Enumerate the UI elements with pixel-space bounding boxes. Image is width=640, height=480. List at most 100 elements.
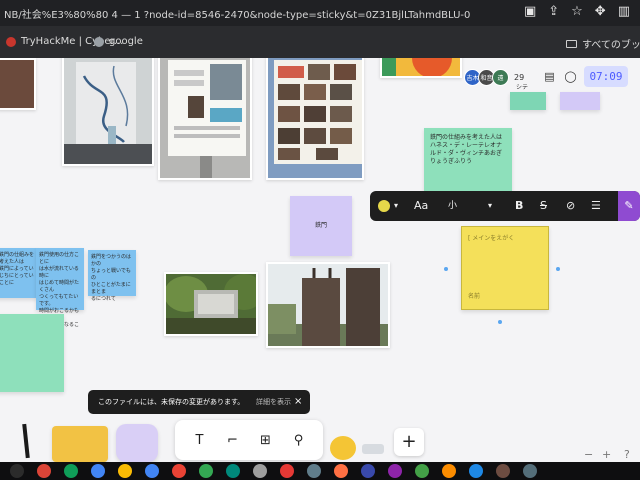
orange-drawing bbox=[382, 58, 460, 76]
shape-tool[interactable] bbox=[116, 424, 158, 462]
photo-grid-poster[interactable] bbox=[266, 58, 364, 180]
clipboard-icon[interactable]: ▣ bbox=[524, 4, 536, 20]
stamp-tool-icon[interactable]: ⚲ bbox=[289, 430, 309, 450]
sticky-format-toolbar[interactable]: ▾ Aa 小 ▾ B S ⊘ ☰ ✎ bbox=[370, 191, 640, 221]
zoom-in-button[interactable]: + bbox=[602, 448, 611, 461]
comment-icon[interactable]: ◯ bbox=[563, 69, 578, 84]
marker-tool[interactable] bbox=[22, 423, 30, 459]
selection-handle[interactable] bbox=[498, 320, 502, 324]
sticky-purple[interactable]: 鉄門 bbox=[290, 196, 352, 256]
map-drawing bbox=[64, 58, 152, 164]
extensions-icon[interactable]: ✥ bbox=[595, 4, 606, 20]
chrome-icon[interactable] bbox=[37, 464, 51, 478]
section-tool-icon[interactable]: ⌐ bbox=[223, 430, 243, 450]
music-icon[interactable] bbox=[253, 464, 267, 478]
link-icon[interactable]: ⊘ bbox=[566, 191, 575, 221]
photo-map[interactable] bbox=[62, 58, 154, 166]
app-icon[interactable] bbox=[442, 464, 456, 478]
app-icon[interactable] bbox=[523, 464, 537, 478]
calendar-icon[interactable] bbox=[145, 464, 159, 478]
app-icon[interactable] bbox=[388, 464, 402, 478]
sticky-blue-1[interactable]: 鉄門の仕組みを考えた人は 鉄門によってい じちにとってい ことに bbox=[0, 248, 38, 298]
sticky-purple-header[interactable] bbox=[560, 92, 600, 110]
text-tool-icon[interactable]: T bbox=[190, 430, 210, 450]
help-button[interactable]: ? bbox=[624, 448, 630, 461]
all-bookmarks-label: すべてのブック bbox=[582, 40, 640, 51]
list-icon[interactable]: ☰ bbox=[591, 191, 601, 221]
sticker-icon[interactable] bbox=[362, 444, 384, 454]
layout-icon[interactable]: ▤ bbox=[542, 69, 557, 84]
strikethrough-button[interactable]: S bbox=[540, 191, 547, 221]
app-icon[interactable] bbox=[361, 464, 375, 478]
chevron-down-icon[interactable]: ▾ bbox=[394, 191, 398, 221]
photo-partial-left[interactable] bbox=[0, 58, 36, 110]
globe-icon bbox=[94, 36, 104, 47]
tryhackme-icon bbox=[6, 36, 16, 47]
sticky-green-lower[interactable] bbox=[0, 314, 64, 392]
sheets-icon[interactable] bbox=[64, 464, 78, 478]
close-icon[interactable]: × bbox=[294, 390, 302, 414]
sticky-text: 鉄門の仕組みを考えた人は ハネス・デ・レーテレオナ ルド・ダ・ヴィンチあおぎ り… bbox=[430, 134, 503, 165]
photo-poster[interactable] bbox=[158, 58, 252, 180]
avatar[interactable]: 遠 bbox=[492, 69, 509, 86]
photo-lock-gate[interactable] bbox=[266, 262, 390, 348]
chevron-down-icon[interactable]: ▾ bbox=[488, 191, 492, 221]
toast-message: このファイルには、未保存の変更があります。 bbox=[98, 398, 245, 406]
browser-icons: ▣ ⇪ ☆ ✥ ▥ bbox=[524, 4, 630, 20]
gallery-icon[interactable] bbox=[334, 464, 348, 478]
meet-icon[interactable] bbox=[199, 464, 213, 478]
selection-handle[interactable] bbox=[444, 267, 448, 271]
app-icon[interactable] bbox=[496, 464, 510, 478]
sticky-stack-tool[interactable] bbox=[52, 426, 108, 462]
toast-details-link[interactable]: 詳細を表示 bbox=[256, 390, 291, 414]
pen-icon[interactable]: ✎ bbox=[618, 191, 640, 221]
docs-icon[interactable] bbox=[91, 464, 105, 478]
sticky-blue-2[interactable]: 鉄門使用の仕方ことに は水が流れている時に はじめて時間がたくさん つくってもて… bbox=[36, 248, 84, 342]
sticky-text: 鉄門の仕組みを考えた人は 鉄門によってい じちにとってい ことに bbox=[0, 252, 35, 286]
share-icon[interactable]: ⇪ bbox=[548, 4, 559, 20]
sticky-blue-3[interactable]: 鉄門をつかうのはかの ちょっと戦いでもの ひとことがたまにまとま るにつれて bbox=[88, 250, 136, 302]
mail-icon[interactable] bbox=[172, 464, 186, 478]
folder-icon bbox=[566, 39, 577, 48]
zoom-out-button[interactable]: − bbox=[584, 448, 593, 461]
sticky-green-small[interactable]: シテ bbox=[510, 84, 546, 110]
bold-button[interactable]: B bbox=[515, 191, 523, 221]
photo-monument[interactable] bbox=[164, 272, 258, 336]
font-button[interactable]: Aa bbox=[414, 191, 428, 221]
files-icon[interactable] bbox=[118, 464, 132, 478]
screen: NB/社会%E3%80%80 4 — 1 ?node-id=8546-2470&… bbox=[0, 0, 640, 480]
grid-poster-drawing bbox=[268, 58, 362, 178]
color-picker[interactable] bbox=[378, 200, 390, 212]
url-text[interactable]: NB/社会%E3%80%80 4 — 1 ?node-id=8546-2470&… bbox=[4, 6, 470, 21]
creation-dock: T ⌐ ⊞ ⚲ bbox=[175, 420, 323, 460]
app-icon[interactable] bbox=[469, 464, 483, 478]
app-icon[interactable] bbox=[415, 464, 429, 478]
all-bookmarks[interactable]: すべてのブック bbox=[566, 36, 640, 51]
os-taskbar bbox=[0, 462, 640, 480]
sticky-text: 鉄門 bbox=[314, 222, 327, 229]
avatar-count[interactable]: 29 bbox=[514, 73, 524, 82]
photo-orange-partial[interactable] bbox=[380, 58, 462, 78]
size-select[interactable]: 小 bbox=[448, 191, 457, 221]
bookmark-label: google bbox=[109, 36, 143, 47]
table-tool-icon[interactable]: ⊞ bbox=[256, 430, 276, 450]
selection-handle[interactable] bbox=[556, 267, 560, 271]
figjam-canvas[interactable]: 吉木 和音 遠 29 ▤ ◯ 07:09 シテ 鉄門の仕組みを考えた人は ハネス… bbox=[0, 58, 640, 462]
settings-icon[interactable] bbox=[307, 464, 321, 478]
sticky-green-main[interactable]: 鉄門の仕組みを考えた人は ハネス・デ・レーテレオナ ルド・ダ・ヴィンチあおぎ り… bbox=[424, 128, 512, 192]
timer[interactable]: 07:09 bbox=[584, 66, 628, 87]
launcher-icon[interactable] bbox=[10, 464, 24, 478]
play-icon[interactable] bbox=[226, 464, 240, 478]
sticky-author: 名前 bbox=[468, 293, 481, 300]
browser-address-bar[interactable]: NB/社会%E3%80%80 4 — 1 ?node-id=8546-2470&… bbox=[0, 0, 640, 26]
more-tools-button[interactable]: + bbox=[394, 428, 424, 456]
sticky-text: 鉄門をつかうのはかの ちょっと戦いでもの ひとことがたまにまとま るにつれて bbox=[91, 254, 132, 302]
emoji-icon[interactable] bbox=[330, 436, 356, 460]
star-icon[interactable]: ☆ bbox=[571, 4, 583, 20]
store-icon[interactable] bbox=[280, 464, 294, 478]
monument-drawing bbox=[166, 274, 256, 334]
sidebar-icon[interactable]: ▥ bbox=[618, 4, 630, 20]
bookmarks-bar: TryHackMe | Cyber... google すべてのブック bbox=[0, 26, 640, 58]
sticky-yellow[interactable]: [ メインをえがく 名前 bbox=[461, 226, 549, 310]
bookmark-google[interactable]: google bbox=[94, 36, 143, 47]
